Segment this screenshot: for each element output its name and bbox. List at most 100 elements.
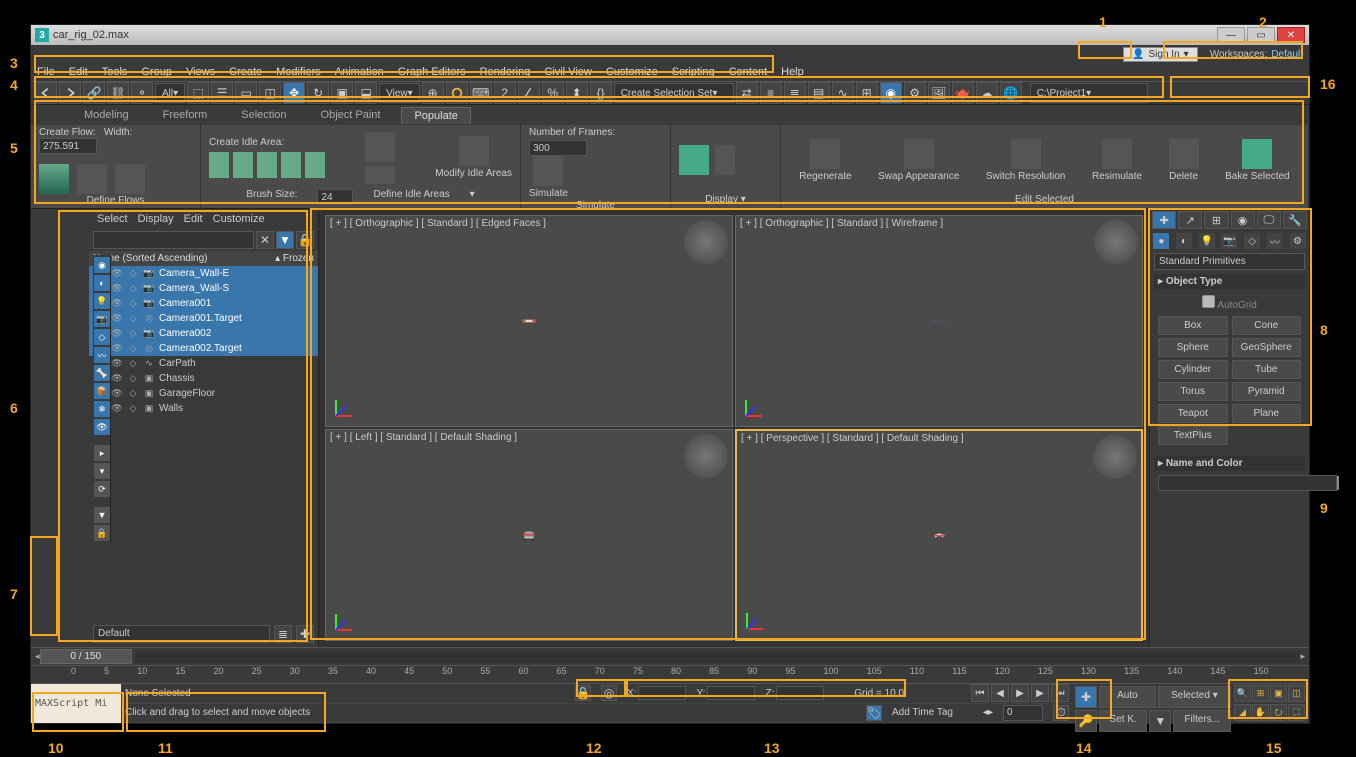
swap-button[interactable]: Swap Appearance: [878, 139, 959, 182]
select-rotate-button[interactable]: ↻: [307, 82, 329, 104]
scene-item[interactable]: ▸👁◇▣Chassis: [89, 371, 318, 386]
add-time-tag-button[interactable]: Add Time Tag: [892, 707, 953, 718]
bake-button[interactable]: Bake Selected: [1225, 139, 1290, 182]
prim-sphere-button[interactable]: Sphere: [1158, 338, 1228, 357]
prim-plane-button[interactable]: Plane: [1232, 404, 1302, 423]
search-clear-icon[interactable]: ✕: [256, 231, 274, 249]
keyboard-shortcut-button[interactable]: ⌨: [470, 82, 492, 104]
selected-dropdown[interactable]: Selected ▾: [1158, 686, 1231, 708]
bind-button[interactable]: ⚬: [131, 82, 153, 104]
visibility-icon[interactable]: 👁: [111, 328, 123, 340]
ref-coord-dropdown[interactable]: View ▾: [379, 83, 420, 103]
search-lock-icon[interactable]: 🔒: [296, 231, 314, 249]
isolate-icon[interactable]: ◎: [601, 685, 617, 701]
menu-rendering[interactable]: Rendering: [480, 66, 531, 78]
zoom-button[interactable]: 🔍: [1234, 685, 1251, 702]
se-menu-customize[interactable]: Customize: [213, 213, 265, 225]
region-button[interactable]: ▭: [235, 82, 257, 104]
modify-idle-button[interactable]: Modify Idle Areas: [435, 136, 512, 179]
viewport-label[interactable]: [ + ] [ Orthographic ] [ Standard ] [ Wi…: [740, 218, 943, 229]
scene-item[interactable]: 👁◇∿CarPath: [89, 356, 318, 371]
menu-civil-view[interactable]: Civil View: [544, 66, 591, 78]
flow-people-icon[interactable]: [39, 164, 69, 194]
object-type-rollout[interactable]: ▸ Object Type: [1154, 274, 1305, 289]
open-a360-button[interactable]: 🌐: [1000, 82, 1022, 104]
scene-search-input[interactable]: [93, 231, 254, 249]
menu-views[interactable]: Views: [186, 66, 215, 78]
coord-z-input[interactable]: [776, 686, 824, 700]
display-opt-icon[interactable]: [715, 145, 735, 175]
prim-torus-button[interactable]: Torus: [1158, 382, 1228, 401]
se-toggle-container-icon[interactable]: 📦: [94, 383, 110, 399]
key-mode-icon[interactable]: 🔑: [1075, 710, 1097, 732]
current-frame-input[interactable]: [1003, 705, 1043, 721]
freeze-icon[interactable]: ◇: [127, 373, 139, 385]
toggle-ribbon-button[interactable]: ▤: [808, 82, 830, 104]
fov-button[interactable]: ◢: [1234, 704, 1251, 721]
pivot-button[interactable]: ⊕: [422, 82, 444, 104]
se-menu-edit[interactable]: Edit: [184, 213, 203, 225]
time-config-icon[interactable]: ⏱: [1053, 705, 1069, 721]
zoom-extents-button[interactable]: ▣: [1270, 685, 1287, 702]
freeze-icon[interactable]: ◇: [127, 313, 139, 325]
close-button[interactable]: ✕: [1277, 27, 1305, 43]
menu-customize[interactable]: Customize: [606, 66, 658, 78]
se-toggle-lights-icon[interactable]: 💡: [94, 293, 110, 309]
width-spinner[interactable]: 275.591: [39, 138, 97, 154]
layer-button[interactable]: ≣: [784, 82, 806, 104]
prim-teapot-button[interactable]: Teapot: [1158, 404, 1228, 423]
tab-freeform[interactable]: Freeform: [150, 106, 221, 124]
search-filter-icon[interactable]: ▼: [276, 231, 294, 249]
freeze-icon[interactable]: ◇: [127, 283, 139, 295]
select-place-button[interactable]: ⬓: [355, 82, 377, 104]
maxscript-listener[interactable]: MAXScript Mi: [31, 684, 121, 723]
snap-percent-button[interactable]: %: [542, 82, 564, 104]
se-toggle-hidden-icon[interactable]: 👁: [94, 419, 110, 435]
idle-area-brush-icon[interactable]: [365, 166, 395, 184]
viewport-front[interactable]: [ + ] [ Left ] [ Standard ] [ Default Sh…: [325, 429, 733, 641]
se-toggle-geom-icon[interactable]: ◉: [94, 257, 110, 273]
visibility-icon[interactable]: 👁: [111, 298, 123, 310]
visibility-icon[interactable]: 👁: [111, 283, 123, 295]
goto-start-button[interactable]: ⏮: [971, 684, 989, 702]
primitive-category-dropdown[interactable]: Standard Primitives: [1154, 253, 1305, 270]
freeze-icon[interactable]: ◇: [127, 403, 139, 415]
time-slider-handle[interactable]: 0 / 150: [40, 649, 133, 664]
schematic-button[interactable]: ⊞: [856, 82, 878, 104]
prim-cylinder-button[interactable]: Cylinder: [1158, 360, 1228, 379]
spinner-snap-button[interactable]: ⬍: [566, 82, 588, 104]
menu-graph-editors[interactable]: Graph Editors: [398, 66, 466, 78]
manipulate-button[interactable]: [446, 82, 468, 104]
freeze-icon[interactable]: ◇: [127, 358, 139, 370]
scene-item[interactable]: 👁◇◎Camera002.Target: [89, 341, 318, 356]
set-key-button[interactable]: Set K.: [1099, 710, 1147, 732]
prim-textplus-button[interactable]: TextPlus: [1158, 426, 1228, 445]
key-filter-icon[interactable]: ▼: [1149, 710, 1171, 732]
resimulate-button[interactable]: Resimulate: [1092, 139, 1142, 182]
tab-object-paint[interactable]: Object Paint: [308, 106, 394, 124]
prev-frame-button[interactable]: ◀: [991, 684, 1009, 702]
time-slider[interactable]: ◂ 0 / 150 ▸: [31, 647, 1309, 665]
select-move-button[interactable]: ✥: [283, 82, 305, 104]
viewport-label[interactable]: [ + ] [ Left ] [ Standard ] [ Default Sh…: [330, 432, 517, 443]
unlink-button[interactable]: ⛓: [107, 82, 129, 104]
viewcube[interactable]: [684, 220, 728, 264]
se-collapse-icon[interactable]: ▾: [94, 463, 110, 479]
tab-selection[interactable]: Selection: [228, 106, 299, 124]
se-filter-icon[interactable]: ▼: [94, 507, 110, 523]
idle-person-5-icon[interactable]: [305, 152, 325, 178]
sub-space-icon[interactable]: 〰: [1267, 233, 1283, 249]
idle-person-2-icon[interactable]: [233, 152, 253, 178]
idle-person-1-icon[interactable]: [209, 152, 229, 178]
sub-shapes-icon[interactable]: ◐: [1176, 233, 1192, 249]
redo-button[interactable]: [59, 82, 81, 104]
se-toggle-bone-icon[interactable]: 🦴: [94, 365, 110, 381]
render-frame-button[interactable]: 🖼: [928, 82, 950, 104]
brush-spinner[interactable]: 24: [317, 189, 353, 205]
se-menu-select[interactable]: Select: [97, 213, 128, 225]
se-sync-icon[interactable]: ⟳: [94, 481, 110, 497]
se-menu-display[interactable]: Display: [138, 213, 174, 225]
freeze-icon[interactable]: ◇: [127, 343, 139, 355]
snap-2d-button[interactable]: 2: [494, 82, 516, 104]
color-swatch[interactable]: [1337, 476, 1339, 490]
